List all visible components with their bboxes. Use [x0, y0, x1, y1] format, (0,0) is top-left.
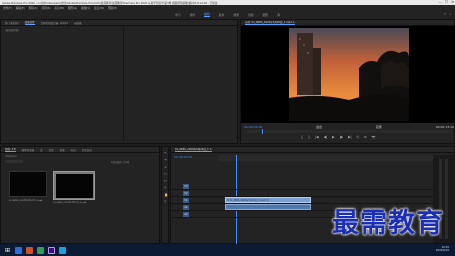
tab-markers[interactable]: 标记: [71, 148, 76, 152]
workspace-graphics[interactable]: 图形: [263, 13, 269, 17]
mark-in-button[interactable]: {: [301, 135, 303, 139]
search-icon[interactable]: ⌕: [449, 12, 451, 16]
tab-history[interactable]: 历史记录: [82, 148, 92, 152]
clock-date: 2020/6/10: [435, 249, 449, 252]
track-label[interactable]: A1: [183, 204, 189, 210]
program-duration: 00:00:13:10: [435, 124, 454, 129]
video-clip[interactable]: fx 01_8KRS_2020年5月20日_1.mp4 [V]: [225, 197, 311, 203]
program-timecode-row: 00:00:02:00 适合 完整 00:00:13:10: [244, 124, 454, 129]
step-back-button[interactable]: ◀|: [324, 135, 328, 139]
project-item-selected[interactable]: [53, 171, 95, 200]
transport-controls: { } |◀ ◀| ▶ |▶ ▶| ⎘ ⧉ 📷: [301, 135, 375, 139]
tab-source[interactable]: 源: (无剪辑): [5, 21, 19, 25]
track-label[interactable]: V3: [183, 183, 189, 189]
tab-effects[interactable]: 效果: [60, 148, 65, 152]
timeline-tabs: 01_8KRS_2020年5月20日_1 ≡: [171, 147, 454, 153]
menu-help[interactable]: 帮助(H): [108, 6, 117, 10]
export-frame-button[interactable]: 📷: [371, 135, 375, 139]
tab-libraries[interactable]: 库: [40, 148, 43, 152]
mark-out-button[interactable]: }: [308, 135, 310, 139]
tab-program[interactable]: 节目: 01_8KRS_2020年5月20日_1.mp4 ≡: [245, 20, 295, 25]
menu-clip[interactable]: 剪辑(C): [29, 6, 38, 10]
go-to-in-button[interactable]: |◀: [315, 135, 319, 139]
panel-divider: [123, 26, 124, 141]
source-panel: 源: (无剪辑) 效果控件 音频剪辑混合器: 序列01 元数据 (未选择剪辑): [0, 19, 238, 144]
timeline-timecode[interactable]: 00:00:02:00: [174, 155, 192, 159]
track-select-icon[interactable]: ⇥: [164, 158, 167, 162]
program-timecode[interactable]: 00:00:02:00: [244, 125, 262, 129]
workspace-libraries[interactable]: 库: [277, 13, 280, 17]
menu-graphics[interactable]: 图形(G): [68, 6, 77, 10]
track-v3[interactable]: V3: [171, 183, 455, 190]
menu-window[interactable]: 窗口(W): [94, 6, 104, 10]
tab-media-browser[interactable]: 媒体浏览器: [22, 148, 35, 152]
program-scrubber[interactable]: [244, 129, 452, 134]
step-forward-button[interactable]: |▶: [340, 135, 344, 139]
workspace-learn[interactable]: 学习: [175, 13, 181, 17]
pen-tool-icon[interactable]: ✎: [164, 186, 167, 190]
menu-sequence[interactable]: 序列(S): [42, 6, 51, 10]
hand-tool-icon[interactable]: ✋: [164, 193, 168, 197]
watermark: 最需教育: [332, 208, 444, 239]
selection-tool-icon[interactable]: ↖: [164, 151, 167, 155]
workspace-assembly[interactable]: 组件: [190, 13, 196, 17]
track-v2[interactable]: V2: [171, 190, 455, 197]
audio-clip[interactable]: [225, 204, 311, 210]
tab-sequence[interactable]: 01_8KRS_2020年5月20日_1 ≡: [175, 147, 212, 152]
project-item-name: 01_8KRS_2020年5月20日_1.mp4: [9, 200, 43, 202]
app-icon[interactable]: [37, 246, 44, 254]
zoom-select[interactable]: 适合: [316, 125, 322, 129]
quality-select[interactable]: 完整: [376, 125, 382, 129]
project-panel: 项目: 3.8 媒体浏览器 库 信息 效果 标记 历史记录 3.8.prproj…: [0, 146, 160, 244]
razor-tool-icon[interactable]: ✂: [164, 172, 167, 176]
taskbar: ⊞ 16:45 2020/6/10: [0, 244, 455, 256]
tab-effect-controls[interactable]: 效果控件: [24, 20, 35, 25]
program-viewport[interactable]: [241, 26, 455, 123]
tab-metadata[interactable]: 元数据: [74, 21, 82, 25]
project-item-name: 01_8KRS_2020年5月20日_1.mp4: [53, 202, 87, 204]
overwrite-button[interactable]: ⧉: [364, 135, 366, 139]
playhead[interactable]: [262, 129, 263, 134]
project-search-input[interactable]: [5, 160, 23, 163]
workspace-bar: 学习 组件 编辑 颜色 效果 音频 图形 库 » ⌕: [0, 10, 455, 19]
project-path: 3.8.prproj: [5, 155, 17, 158]
tab-audio-mixer[interactable]: 音频剪辑混合器: 序列01: [41, 21, 68, 25]
premiere-icon[interactable]: [48, 246, 55, 254]
workspace-effects[interactable]: 效果: [233, 13, 239, 17]
tools-panel: ↖ ⇥ ⟛ ✂ ↔ ✎ ✋ T: [161, 146, 169, 244]
video-frame: [289, 28, 409, 121]
slip-tool-icon[interactable]: ↔: [164, 179, 167, 183]
tab-info[interactable]: 信息: [49, 148, 54, 152]
go-to-out-button[interactable]: ▶|: [348, 135, 352, 139]
menu-marker[interactable]: 标记(M): [54, 6, 63, 10]
window-title: Adobe Premiere Pro 2020 - C:\用户\Alienwar…: [2, 1, 218, 5]
menu-view[interactable]: 视图(V): [81, 6, 90, 10]
project-item-thumb[interactable]: [9, 171, 47, 197]
app-icon[interactable]: [26, 246, 33, 254]
project-item-count: 1项已选择, 共2项: [111, 161, 130, 164]
program-monitor: 节目: 01_8KRS_2020年5月20日_1.mp4 ≡ 00:00:02:…: [240, 19, 455, 144]
menu-edit[interactable]: 编辑(E): [16, 6, 25, 10]
windows-start-icon[interactable]: ⊞: [4, 247, 11, 254]
type-tool-icon[interactable]: T: [164, 200, 166, 204]
menu-file[interactable]: 文件(F): [3, 6, 12, 10]
no-clip-label: (未选择剪辑): [5, 29, 19, 32]
ripple-edit-icon[interactable]: ⟛: [164, 165, 167, 169]
clock[interactable]: 16:45 2020/6/10: [436, 246, 449, 253]
workspace-audio[interactable]: 音频: [248, 13, 254, 17]
track-label[interactable]: A2: [183, 211, 189, 217]
tab-project[interactable]: 项目: 3.8: [5, 147, 16, 152]
play-button[interactable]: ▶: [332, 135, 334, 139]
workspace-editing[interactable]: 编辑: [204, 12, 210, 17]
explorer-icon[interactable]: [15, 246, 22, 254]
track-v1[interactable]: V1: [171, 197, 455, 204]
insert-button[interactable]: ⎘: [357, 135, 360, 139]
track-label[interactable]: V1: [183, 197, 189, 203]
workspace-more-icon[interactable]: »: [444, 12, 446, 16]
browser-icon[interactable]: [59, 246, 66, 254]
track-label[interactable]: V2: [183, 190, 189, 196]
workspace-color[interactable]: 颜色: [219, 13, 225, 17]
timeline-ruler[interactable]: [219, 155, 455, 161]
